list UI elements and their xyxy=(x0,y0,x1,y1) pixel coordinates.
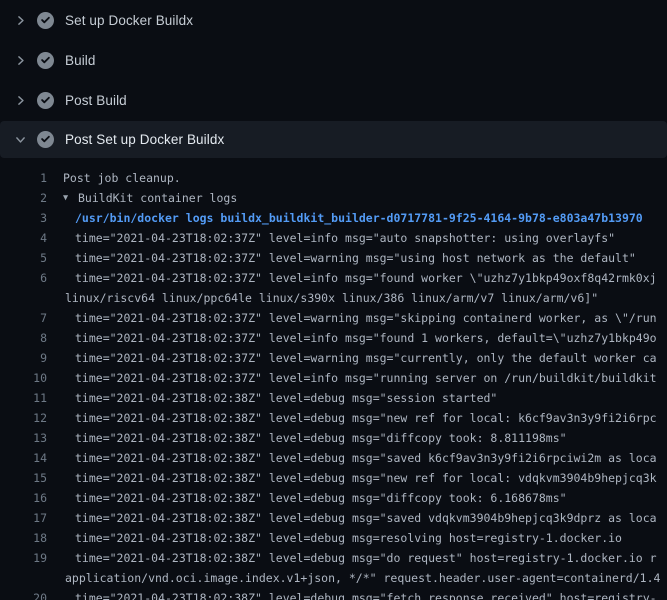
log-line-text: time="2021-04-23T18:02:38Z" level=debug … xyxy=(75,528,622,548)
log-line-number[interactable]: 9 xyxy=(0,348,47,368)
log-line: 7 time="2021-04-23T18:02:37Z" level=warn… xyxy=(0,308,667,328)
log-line-text: time="2021-04-23T18:02:38Z" level=debug … xyxy=(75,488,567,508)
log-command-text: /usr/bin/docker logs buildx_buildkit_bui… xyxy=(75,208,643,228)
log-line: 11 time="2021-04-23T18:02:38Z" level=deb… xyxy=(0,388,667,408)
chevron-right-icon xyxy=(13,13,28,28)
log-line-number[interactable]: 6 xyxy=(0,268,47,288)
log-line-text: time="2021-04-23T18:02:38Z" level=debug … xyxy=(75,468,657,488)
log-line-number[interactable]: 15 xyxy=(0,468,47,488)
log-line-number[interactable]: 4 xyxy=(0,228,47,248)
log-line: 5 time="2021-04-23T18:02:37Z" level=warn… xyxy=(0,248,667,268)
log-line-number[interactable]: 18 xyxy=(0,528,47,548)
log-line-text: time="2021-04-23T18:02:38Z" level=debug … xyxy=(75,388,497,408)
log-line: 20 time="2021-04-23T18:02:38Z" level=deb… xyxy=(0,588,667,600)
log-line-number[interactable]: 13 xyxy=(0,428,47,448)
log-line-text: time="2021-04-23T18:02:37Z" level=warnin… xyxy=(75,308,657,328)
step-label: Build xyxy=(65,53,96,68)
log-line-text: time="2021-04-23T18:02:38Z" level=debug … xyxy=(75,508,657,528)
log-line: 16 time="2021-04-23T18:02:38Z" level=deb… xyxy=(0,488,667,508)
log-line-text: Post job cleanup. xyxy=(63,168,181,188)
log-line: 10 time="2021-04-23T18:02:37Z" level=inf… xyxy=(0,368,667,388)
step-list: Set up Docker Buildx Build Post Build xyxy=(0,0,667,158)
log-line-text: time="2021-04-23T18:02:37Z" level=warnin… xyxy=(75,248,636,268)
log-line-number[interactable]: 14 xyxy=(0,448,47,468)
log-line: 1 Post job cleanup. xyxy=(0,168,667,188)
log-line: 8 time="2021-04-23T18:02:37Z" level=info… xyxy=(0,328,667,348)
log-line-text: linux/riscv64 linux/ppc64le linux/s390x … xyxy=(65,288,598,308)
log-line-number[interactable]: 10 xyxy=(0,368,47,388)
log-line-number[interactable]: 16 xyxy=(0,488,47,508)
check-circle-icon xyxy=(37,131,54,148)
log-output: 1 Post job cleanup. 2 ▼ BuildKit contain… xyxy=(0,158,667,600)
log-line-wrapped-continuation: linux/riscv64 linux/ppc64le linux/s390x … xyxy=(0,288,667,308)
chevron-right-icon xyxy=(13,53,28,68)
log-line-number[interactable]: 12 xyxy=(0,408,47,428)
chevron-right-icon xyxy=(13,93,28,108)
step-row-set-up-docker-buildx[interactable]: Set up Docker Buildx xyxy=(0,0,667,40)
log-line: 6 time="2021-04-23T18:02:37Z" level=info… xyxy=(0,268,667,288)
log-line: 15 time="2021-04-23T18:02:38Z" level=deb… xyxy=(0,468,667,488)
group-collapse-triangle-icon[interactable]: ▼ xyxy=(63,188,72,208)
log-line: 18 time="2021-04-23T18:02:38Z" level=deb… xyxy=(0,528,667,548)
log-line-number xyxy=(0,288,47,308)
log-line-text: time="2021-04-23T18:02:38Z" level=debug … xyxy=(75,448,657,468)
log-line: 9 time="2021-04-23T18:02:37Z" level=warn… xyxy=(0,348,667,368)
log-line: 17 time="2021-04-23T18:02:38Z" level=deb… xyxy=(0,508,667,528)
log-line-number[interactable]: 11 xyxy=(0,388,47,408)
check-circle-icon xyxy=(37,52,54,69)
log-line-number[interactable]: 7 xyxy=(0,308,47,328)
log-line: 13 time="2021-04-23T18:02:38Z" level=deb… xyxy=(0,428,667,448)
log-line-text: time="2021-04-23T18:02:38Z" level=debug … xyxy=(75,408,657,428)
log-line-number[interactable]: 1 xyxy=(0,168,47,188)
log-line-number[interactable]: 5 xyxy=(0,248,47,268)
log-line-text: time="2021-04-23T18:02:37Z" level=warnin… xyxy=(75,348,657,368)
log-line-command: 3 /usr/bin/docker logs buildx_buildkit_b… xyxy=(0,208,667,228)
chevron-down-icon xyxy=(13,132,28,147)
log-line-number xyxy=(0,568,47,588)
log-line-number[interactable]: 8 xyxy=(0,328,47,348)
log-line-number[interactable]: 17 xyxy=(0,508,47,528)
step-label: Set up Docker Buildx xyxy=(65,13,193,28)
step-label: Post Build xyxy=(65,93,127,108)
log-line-text: application/vnd.oci.image.index.v1+json,… xyxy=(65,568,660,588)
log-line-number[interactable]: 19 xyxy=(0,548,47,568)
log-line-text: time="2021-04-23T18:02:38Z" level=debug … xyxy=(75,548,657,568)
log-line-text: time="2021-04-23T18:02:38Z" level=debug … xyxy=(75,588,657,600)
log-line: 14 time="2021-04-23T18:02:38Z" level=deb… xyxy=(0,448,667,468)
log-line-group-header: 2 ▼ BuildKit container logs xyxy=(0,188,667,208)
log-line-number[interactable]: 20 xyxy=(0,588,47,600)
log-group-title[interactable]: BuildKit container logs xyxy=(78,188,237,208)
log-line-text: time="2021-04-23T18:02:37Z" level=info m… xyxy=(75,228,615,248)
actions-log-viewer: Set up Docker Buildx Build Post Build xyxy=(0,0,667,600)
log-line-text: time="2021-04-23T18:02:37Z" level=info m… xyxy=(75,328,657,348)
check-circle-icon xyxy=(37,92,54,109)
step-row-build[interactable]: Build xyxy=(0,40,667,80)
log-line-text: time="2021-04-23T18:02:38Z" level=debug … xyxy=(75,428,567,448)
log-line: 12 time="2021-04-23T18:02:38Z" level=deb… xyxy=(0,408,667,428)
log-line-wrapped-continuation: application/vnd.oci.image.index.v1+json,… xyxy=(0,568,667,588)
log-line: 19 time="2021-04-23T18:02:38Z" level=deb… xyxy=(0,548,667,568)
log-line-text: time="2021-04-23T18:02:37Z" level=info m… xyxy=(75,368,657,388)
log-line-text: time="2021-04-23T18:02:37Z" level=info m… xyxy=(75,268,657,288)
step-row-post-build[interactable]: Post Build xyxy=(0,80,667,120)
log-line: 4 time="2021-04-23T18:02:37Z" level=info… xyxy=(0,228,667,248)
check-circle-icon xyxy=(37,12,54,29)
log-line-number[interactable]: 3 xyxy=(0,208,47,228)
step-label: Post Set up Docker Buildx xyxy=(65,132,224,147)
log-line-number[interactable]: 2 xyxy=(0,188,47,208)
step-row-post-set-up-docker-buildx[interactable]: Post Set up Docker Buildx xyxy=(0,121,667,158)
